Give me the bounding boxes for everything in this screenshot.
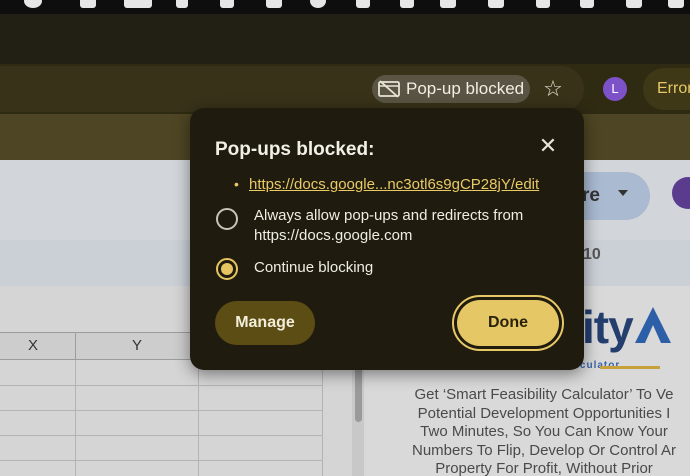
column-header-y[interactable]: Y [75,332,199,360]
radio-always-allow[interactable] [216,208,238,230]
grid-row-line [0,435,322,436]
logo: ity [582,300,673,354]
profile-avatar[interactable]: L [603,77,627,101]
font-size-value[interactable]: 10 [583,246,601,264]
bookmark-star-icon[interactable]: ☆ [541,77,565,101]
option-always-allow-line2: https://docs.google.com [254,227,413,244]
grid-row-line [0,385,322,386]
popup-blocked-icon [378,80,400,98]
document-body-text: Get ‘Smart Feasibility Calculator’ To Ve… [394,386,690,476]
blocked-popup-link[interactable]: https://docs.google...nc3otl6s9gCP28jY/e… [249,176,539,193]
menubar-status-icon[interactable] [626,0,642,8]
logo-underline [600,366,660,369]
share-dropdown-caret-icon[interactable] [618,190,628,196]
grid-column-line [322,360,323,476]
logo-text: ity [582,301,634,353]
grid-column-line [75,360,76,476]
document-text-line: Two Minutes, So You Can Know Your [420,423,668,440]
column-header-x[interactable]: X [0,332,76,360]
menubar-status-icon[interactable] [176,0,188,8]
menubar-status-icon[interactable] [220,0,234,8]
grid-row-line [0,460,322,461]
menubar-status-icon[interactable] [488,0,504,8]
menubar-status-icon[interactable] [580,0,594,8]
grid-row-line [0,410,322,411]
manage-button[interactable]: Manage [215,301,315,345]
bullet-icon: • [234,176,239,192]
menubar-status-icon[interactable] [400,0,414,8]
menubar-status-icon[interactable] [124,0,152,8]
document-text-line: Property For Profit, Without Prior [435,460,653,476]
menubar-status-icon[interactable] [266,0,282,8]
menubar-status-icon[interactable] [356,0,370,8]
grid-column-line [198,360,199,476]
menubar-status-icon[interactable] [310,0,326,8]
menubar-status-icon[interactable] [24,0,42,8]
popup-blocked-chip-label: Pop-up blocked [406,79,525,98]
browser-tab-strip [0,14,690,64]
radio-continue-blocking[interactable] [216,258,238,280]
macos-menu-bar [0,0,690,14]
logo-mark-icon [634,307,671,343]
option-always-allow-label[interactable]: Always allow pop-ups and redirects from … [254,206,523,246]
document-text-line: Get ‘Smart Feasibility Calculator’ To Ve [414,386,674,403]
menubar-status-icon[interactable] [440,0,456,8]
menubar-status-icon[interactable] [668,0,684,8]
done-button[interactable]: Done [457,300,559,346]
menubar-status-icon[interactable] [80,0,96,8]
document-text-line: Potential Development Opportunities I [417,404,671,422]
popup-blocked-dialog: Pop-ups blocked: ✕ • https://docs.google… [190,108,584,370]
popup-blocked-chip[interactable]: Pop-up blocked [372,75,530,103]
menubar-status-icon[interactable] [536,0,550,8]
option-continue-blocking-label[interactable]: Continue blocking [254,258,373,278]
option-always-allow-line1: Always allow pop-ups and redirects from [254,207,524,224]
dialog-title: Pop-ups blocked: [215,139,375,160]
document-text-line: Numbers To Flip, Develop Or Control Ar [412,441,676,459]
close-icon[interactable]: ✕ [538,135,558,157]
error-chip[interactable]: Error [643,68,690,110]
